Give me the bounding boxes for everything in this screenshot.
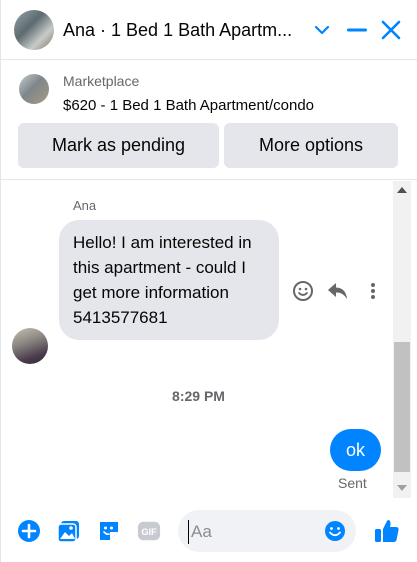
message-timestamp: 8:29 PM: [172, 388, 225, 404]
chevron-down-icon[interactable]: [309, 17, 335, 43]
messages-scrollbar[interactable]: [393, 181, 411, 498]
sender-name: Ana: [73, 198, 97, 213]
listing-title[interactable]: $620 - 1 Bed 1 Bath Apartment/condo: [63, 97, 314, 114]
more-actions-icon[interactable]: [361, 279, 385, 303]
chat-window: Ana · 1 Bed 1 Bath Apartm... Marketplace…: [0, 0, 417, 562]
scroll-down-arrow-icon[interactable]: [397, 485, 407, 491]
gif-icon[interactable]: GIF: [137, 519, 161, 543]
more-options-button[interactable]: More options: [224, 123, 398, 168]
incoming-message-bubble[interactable]: Hello! I am interested in this apartment…: [59, 220, 279, 340]
minimize-icon[interactable]: [344, 17, 370, 43]
plus-icon[interactable]: [17, 519, 41, 543]
listing-thumbnail[interactable]: [19, 74, 49, 104]
outgoing-message-bubble[interactable]: ok: [330, 429, 381, 471]
sender-avatar[interactable]: [12, 328, 48, 364]
message-input[interactable]: [188, 520, 318, 544]
chat-title[interactable]: Ana · 1 Bed 1 Bath Apartm...: [63, 20, 303, 41]
scroll-up-arrow-icon[interactable]: [397, 187, 407, 193]
emoji-icon[interactable]: [323, 519, 347, 543]
listing-avatar[interactable]: [14, 10, 54, 50]
close-icon[interactable]: [378, 17, 404, 43]
delivery-status: Sent: [338, 475, 367, 491]
like-icon[interactable]: [373, 517, 401, 545]
message-list: Ana Hello! I am interested in this apart…: [1, 181, 417, 498]
svg-text:GIF: GIF: [141, 527, 157, 537]
mark-as-pending-button[interactable]: Mark as pending: [18, 123, 219, 168]
marketplace-card: Marketplace $620 - 1 Bed 1 Bath Apartmen…: [1, 60, 417, 180]
marketplace-label: Marketplace: [63, 73, 140, 89]
react-emoji-icon[interactable]: [291, 279, 315, 303]
message-input-container[interactable]: [178, 510, 356, 552]
chat-header: Ana · 1 Bed 1 Bath Apartm...: [1, 0, 417, 60]
message-composer: GIF: [1, 500, 417, 562]
photo-icon[interactable]: [57, 519, 81, 543]
scrollbar-thumb[interactable]: [394, 342, 410, 472]
sticker-icon[interactable]: [97, 519, 121, 543]
reply-icon[interactable]: [326, 279, 350, 303]
